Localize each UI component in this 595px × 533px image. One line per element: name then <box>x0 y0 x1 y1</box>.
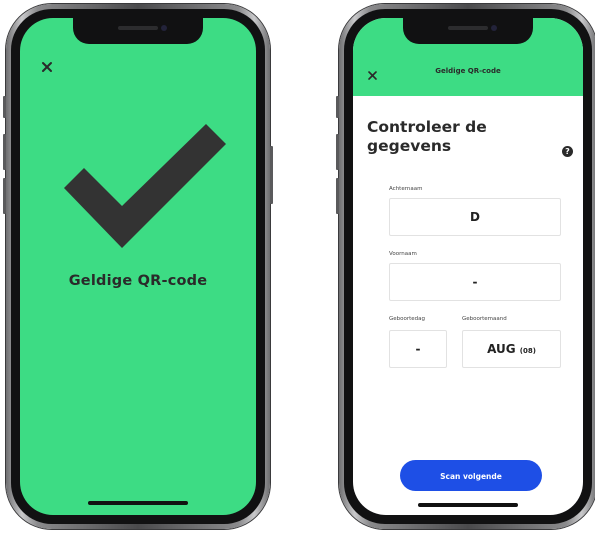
front-camera <box>491 25 497 31</box>
birth-month-label: Geboortemaand <box>462 316 507 322</box>
valid-qr-title: Geldige QR-code <box>68 273 208 289</box>
last-name-field: D <box>389 198 561 236</box>
notch <box>73 18 203 44</box>
screen-check-details: Geldige QR-code Controleer de gegevens ?… <box>353 18 583 515</box>
speaker <box>118 26 158 30</box>
volume-up-button <box>3 134 6 170</box>
page-title: Controleer de gegevens <box>367 118 487 155</box>
header-title: Geldige QR-code <box>435 67 501 75</box>
birth-month-number: (08) <box>519 347 536 355</box>
front-camera <box>161 25 167 31</box>
bezel: Geldige QR-code <box>11 9 265 524</box>
screen-valid-result: Geldige QR-code <box>20 18 256 515</box>
mute-switch <box>336 96 339 118</box>
home-indicator <box>418 503 518 507</box>
birth-month-value: AUG <box>487 342 516 356</box>
notch <box>403 18 533 44</box>
speaker <box>448 26 488 30</box>
home-indicator <box>88 501 188 505</box>
birth-month-field: AUG (08) <box>462 330 561 368</box>
volume-up-button <box>336 134 339 170</box>
birth-day-field: - <box>389 330 447 368</box>
mute-switch <box>3 96 6 118</box>
volume-down-button <box>3 178 6 214</box>
checkmark-icon <box>64 124 226 248</box>
first-name-field: - <box>389 263 561 301</box>
power-button <box>270 146 273 204</box>
phone-right: Geldige QR-code Controleer de gegevens ?… <box>336 4 595 529</box>
first-name-label: Voornaam <box>389 251 417 257</box>
birth-day-label: Geboortedag <box>389 316 426 322</box>
scan-next-button[interactable]: Scan volgende <box>400 460 542 491</box>
phone-left: Geldige QR-code <box>3 4 273 529</box>
volume-down-button <box>336 178 339 214</box>
close-icon[interactable] <box>40 60 54 74</box>
last-name-label: Achternaam <box>389 186 423 192</box>
help-icon[interactable]: ? <box>562 146 573 157</box>
bezel: Geldige QR-code Controleer de gegevens ?… <box>344 9 592 524</box>
stage: Geldige QR-code Geldige QR-code Controle… <box>0 0 595 533</box>
